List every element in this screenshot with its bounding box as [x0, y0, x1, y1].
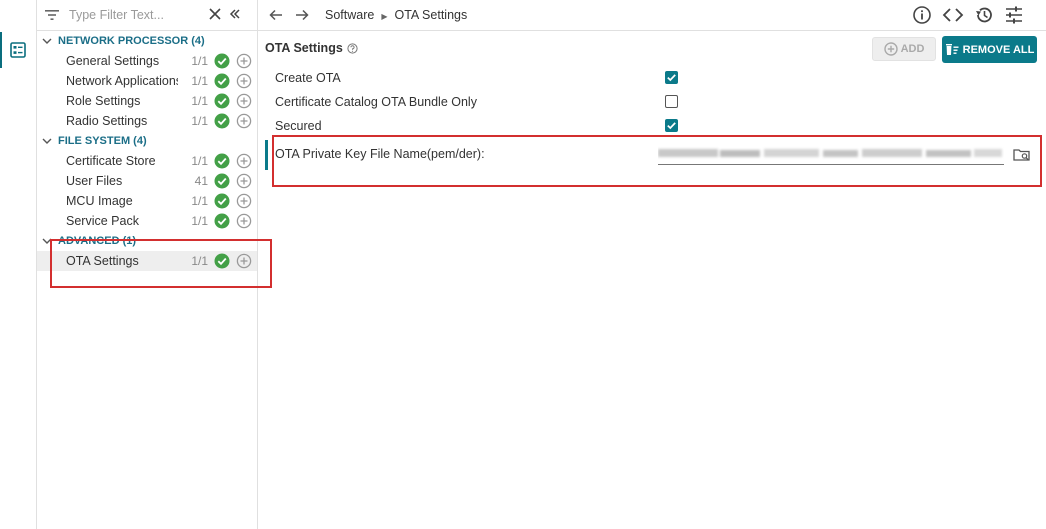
breadcrumb: Software ▶ OTA Settings [325, 8, 467, 22]
add-instance-icon[interactable] [236, 93, 252, 109]
settings-sliders-icon[interactable] [1004, 5, 1024, 25]
plus-circle-icon [883, 42, 898, 56]
highlight-box-ota-settings [50, 239, 272, 288]
chevron-down-icon[interactable] [42, 137, 58, 145]
tree-item-count: 1/1 [191, 214, 208, 228]
add-instance-icon[interactable] [236, 173, 252, 189]
panel-header: OTA Settings ADD REMOVE ALL [258, 31, 1046, 65]
code-icon[interactable] [942, 5, 964, 25]
tree-item[interactable]: User Files 41 [37, 171, 257, 191]
tree-item-count: 1/1 [191, 94, 208, 108]
check-circle-icon [214, 53, 230, 69]
help-icon[interactable] [347, 42, 358, 54]
secured-label: Secured [275, 119, 322, 133]
tree-item[interactable]: MCU Image 1/1 [37, 191, 257, 211]
panel-title: OTA Settings [265, 41, 343, 55]
chevron-down-icon[interactable] [42, 37, 58, 45]
tree-group-header[interactable]: FILE SYSTEM (4) [37, 131, 257, 151]
tree-item-count: 1/1 [191, 74, 208, 88]
main-panel: Software ▶ OTA Settings OTA Settings ADD R… [258, 0, 1046, 529]
add-instance-icon[interactable] [236, 193, 252, 209]
certificate-catalog-ota-bundle-checkbox[interactable] [665, 95, 678, 108]
breadcrumb-root[interactable]: Software [325, 8, 374, 22]
secured-checkbox[interactable] [665, 119, 678, 132]
add-instance-icon[interactable] [236, 153, 252, 169]
outline-view-icon [10, 42, 26, 58]
collapse-panel-icon[interactable] [229, 8, 241, 23]
remove-all-label: REMOVE ALL [962, 43, 1035, 56]
tree-item-label: Network Applications [66, 74, 178, 88]
filter-input[interactable] [67, 7, 201, 23]
check-circle-icon [214, 153, 230, 169]
tree-item-count: 1/1 [191, 114, 208, 128]
breadcrumb-separator-icon: ▶ [381, 12, 388, 21]
checkmark-icon [667, 122, 676, 130]
delete-list-icon [945, 44, 959, 55]
tree-item[interactable]: Certificate Store 1/1 [37, 151, 257, 171]
add-button-label: ADD [900, 43, 925, 55]
tree-item-label: Service Pack [66, 214, 139, 228]
tree-item-label: User Files [66, 174, 123, 188]
add-instance-icon[interactable] [236, 213, 252, 229]
check-circle-icon [214, 93, 230, 109]
left-rail [0, 0, 37, 529]
clear-filter-icon[interactable] [209, 7, 221, 23]
tree-item[interactable]: Role Settings 1/1 [37, 91, 257, 111]
info-icon[interactable] [912, 5, 932, 25]
checkmark-icon [667, 74, 676, 82]
check-circle-icon [214, 193, 230, 209]
tree-item-label: MCU Image [66, 194, 133, 208]
tree-filter-bar [37, 0, 257, 31]
tree-item-label: Role Settings [66, 94, 141, 108]
tree-item-label: Certificate Store [66, 154, 156, 168]
check-circle-icon [214, 73, 230, 89]
check-circle-icon [214, 173, 230, 189]
remove-all-button[interactable]: REMOVE ALL [942, 36, 1037, 63]
forward-arrow-icon[interactable] [292, 9, 312, 21]
history-icon[interactable] [974, 5, 994, 25]
certificate-catalog-ota-bundle-label: Certificate Catalog OTA Bundle Only [275, 95, 477, 109]
breadcrumb-current: OTA Settings [394, 8, 468, 22]
add-instance-icon[interactable] [236, 113, 252, 129]
tree-group-label: NETWORK PROCESSOR (4) [58, 35, 205, 47]
tree-item-count: 41 [194, 174, 208, 188]
add-instance-icon[interactable] [236, 53, 252, 69]
create-ota-checkbox[interactable] [665, 71, 678, 84]
outline-view-button[interactable] [0, 32, 36, 68]
tree-item[interactable]: General Settings 1/1 [37, 51, 257, 71]
tree-item-label: General Settings [66, 54, 160, 68]
tree-item[interactable]: Radio Settings 1/1 [37, 111, 257, 131]
back-arrow-icon[interactable] [266, 9, 286, 21]
tree-item[interactable]: Service Pack 1/1 [37, 211, 257, 231]
highlight-box-key-file [272, 135, 1042, 187]
tree-item[interactable]: Network Applications 1/1 [37, 71, 257, 91]
tree-item-count: 1/1 [191, 154, 208, 168]
focused-row-indicator [265, 140, 268, 170]
tree-item-count: 1/1 [191, 194, 208, 208]
check-circle-icon [214, 113, 230, 129]
add-instance-icon[interactable] [236, 73, 252, 89]
add-button[interactable]: ADD [872, 37, 936, 61]
tree-group-label: FILE SYSTEM (4) [58, 135, 147, 147]
tree-group-header[interactable]: NETWORK PROCESSOR (4) [37, 31, 257, 51]
create-ota-label: Create OTA [275, 71, 341, 85]
check-circle-icon [214, 213, 230, 229]
tree-item-label: Radio Settings [66, 114, 148, 128]
tree-item-count: 1/1 [191, 54, 208, 68]
filter-icon[interactable] [37, 9, 67, 21]
breadcrumb-bar: Software ▶ OTA Settings [258, 0, 1046, 31]
